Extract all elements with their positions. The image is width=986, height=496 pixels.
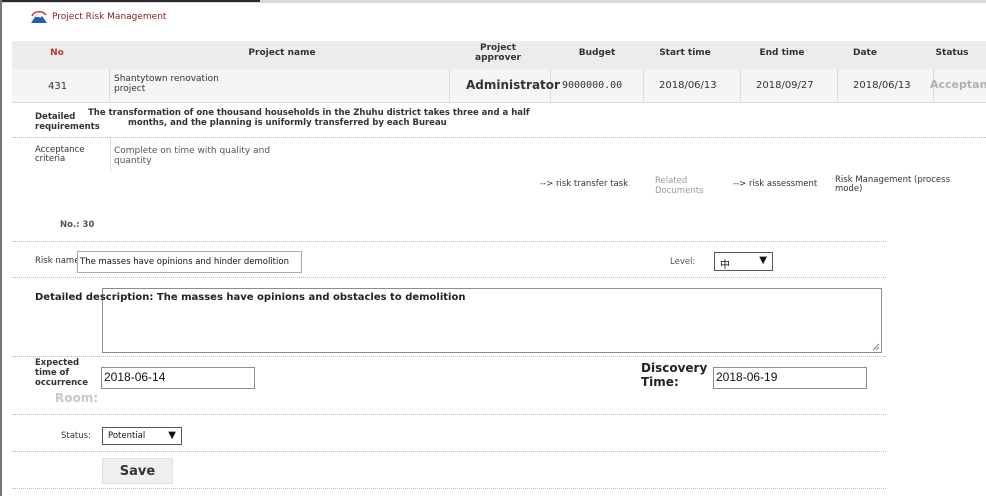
related-documents-link-line1[interactable]: Related <box>655 176 687 186</box>
column-header-approver-line1: Project <box>479 43 517 53</box>
column-header-start-time: Start time <box>659 48 711 58</box>
risk-name-label: Risk name: <box>35 256 83 266</box>
divider <box>12 137 986 138</box>
expected-time-label-line1: Expected <box>35 358 80 368</box>
row-end-time: 2018/09/27 <box>756 80 814 91</box>
row-no: 431 <box>48 81 68 92</box>
row-project-name-line2: project <box>114 84 146 94</box>
related-documents-link-line2[interactable]: Documents <box>655 186 703 196</box>
column-header-project-name: Project name <box>248 48 316 58</box>
acceptance-text-line2: quantity <box>114 156 152 166</box>
app-header: Project Risk Management <box>30 9 166 25</box>
row-date: 2018/06/13 <box>853 80 911 91</box>
dropdown-arrow-icon: ▼ <box>759 255 767 266</box>
table-header-row: No Project name Project approver Budget … <box>12 41 986 69</box>
risk-assessment-link[interactable]: --> risk assessment <box>733 179 817 189</box>
table-row[interactable]: 431 Shantytown renovation project Admini… <box>12 69 986 103</box>
column-header-no: No <box>50 48 64 58</box>
requirements-text-line2: months, and the planning is uniformly tr… <box>128 118 447 128</box>
left-window-edge <box>0 0 2 496</box>
column-header-end-time: End time <box>759 48 805 58</box>
requirements-label-line1: Detailed <box>35 112 76 122</box>
discovery-time-label-line2: Time: <box>641 375 679 389</box>
acceptance-text-line1: Complete on time with quality and <box>114 146 271 156</box>
row-status: Acceptanc <box>930 78 986 91</box>
top-dark-edge <box>0 0 260 2</box>
level-label: Level: <box>670 257 696 267</box>
save-button[interactable]: Save <box>102 458 173 484</box>
row-project-name-line1: Shantytown renovation <box>114 74 219 84</box>
expected-time-label-line2: time of <box>35 368 70 378</box>
acceptance-label-line2: criteria <box>35 154 66 164</box>
column-header-approver-line2: approver <box>475 53 521 63</box>
risk-transfer-task-link[interactable]: --> risk transfer task <box>540 179 628 189</box>
row-approver: Administrator <box>466 78 560 92</box>
risk-name-input[interactable]: The masses have opinions and hinder demo… <box>77 251 302 273</box>
column-header-status: Status <box>935 48 969 58</box>
risk-management-link-line2[interactable]: mode) <box>835 184 862 194</box>
risk-number: No.: 30 <box>60 220 95 230</box>
requirements-text-line1: The transformation of one thousand house… <box>88 108 530 118</box>
dropdown-arrow-icon: ▼ <box>168 430 176 441</box>
requirements-label-line2: requirements <box>35 122 100 132</box>
expected-time-input[interactable]: 2018-06-14 <box>101 367 255 389</box>
level-select[interactable]: 中 ▼ <box>714 252 773 271</box>
discovery-time-label-line1: Discovery <box>641 361 708 375</box>
app-title: Project Risk Management <box>52 12 167 22</box>
resize-grip-icon <box>872 343 880 351</box>
mountain-logo-icon <box>31 10 47 23</box>
status-label: Status: <box>61 431 91 441</box>
expected-time-label-line3: occurrence <box>35 378 88 388</box>
column-header-budget: Budget <box>578 48 616 58</box>
room-label: Room: <box>55 391 99 405</box>
detailed-description-text: Detailed description: The masses have op… <box>35 292 466 303</box>
row-budget: 9000000.00 <box>562 80 623 91</box>
column-header-date: Date <box>853 48 877 58</box>
row-start-time: 2018/06/13 <box>659 80 717 91</box>
status-select[interactable]: Potential ▼ <box>102 427 182 445</box>
discovery-time-input[interactable]: 2018-06-19 <box>713 367 867 389</box>
